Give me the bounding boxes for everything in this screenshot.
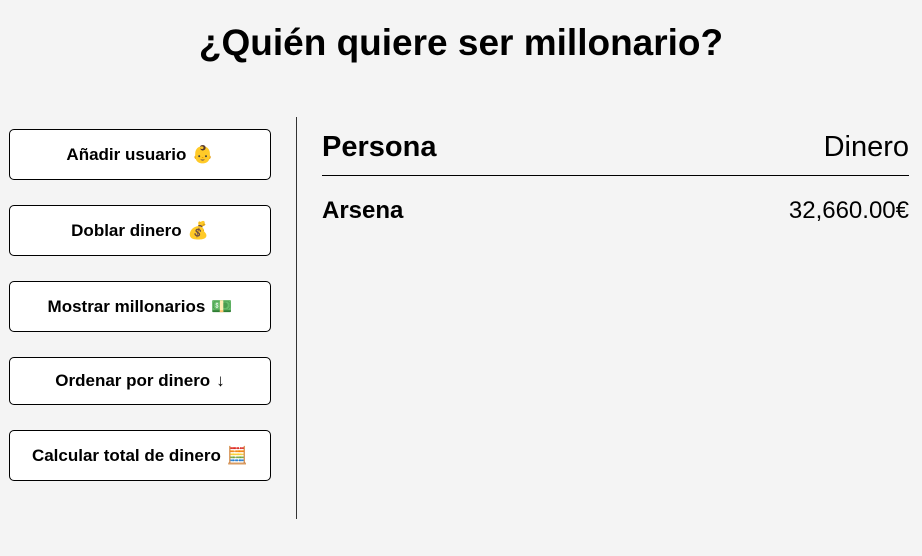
double-money-label: Doblar dinero	[71, 220, 182, 240]
person-name: Arsena	[322, 197, 404, 224]
banknote-icon: 💵	[211, 296, 233, 316]
vertical-divider	[296, 117, 297, 519]
table-header: Persona Dinero	[322, 125, 909, 176]
money-table: Persona Dinero Arsena 32,660.00€	[322, 125, 909, 230]
abacus-icon: 🧮	[226, 445, 249, 465]
add-user-button[interactable]: Añadir usuario 👶	[9, 129, 271, 180]
baby-icon: 👶	[192, 144, 214, 164]
person-money: 32,660.00€	[788, 197, 909, 224]
show-millionaires-label: Mostrar millonarios	[47, 296, 206, 316]
calculate-total-button[interactable]: Calcular total de dinero 🧮	[9, 430, 271, 481]
add-user-label: Añadir usuario	[66, 144, 187, 164]
money-bag-icon: 💰	[187, 220, 209, 240]
table-row: Arsena 32,660.00€	[322, 192, 909, 230]
show-millionaires-button[interactable]: Mostrar millonarios 💵	[9, 281, 271, 332]
calculate-total-label: Calcular total de dinero	[31, 445, 221, 465]
page-title: ¿Quién quiere ser millonario?	[198, 22, 724, 63]
header-person: Persona	[322, 130, 437, 163]
sort-by-money-label: Ordenar por dinero	[55, 371, 211, 390]
header-money: Dinero	[823, 130, 909, 163]
sort-by-money-button[interactable]: Ordenar por dinero ↓	[9, 357, 271, 405]
double-money-button[interactable]: Doblar dinero 💰	[9, 205, 271, 256]
arrow-down-icon: ↓	[216, 371, 225, 390]
